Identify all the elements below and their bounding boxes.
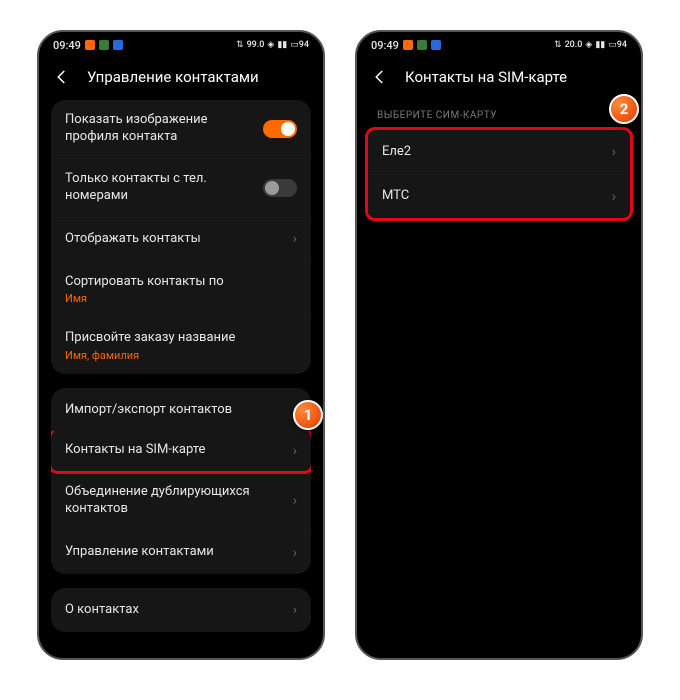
- page-title: Управление контактами: [87, 68, 259, 86]
- row-about-contacts[interactable]: О контактах ›: [51, 588, 311, 632]
- chevron-right-icon: ›: [287, 493, 297, 509]
- row-name-order[interactable]: Присвойте заказу название Имя, фамилия: [51, 317, 311, 374]
- status-battery: ▭94: [290, 40, 309, 50]
- status-wifi-icon: ◈: [267, 40, 274, 50]
- row-sim-contacts[interactable]: Контакты на SIM-карте ›: [51, 429, 311, 474]
- status-app-icon: [99, 40, 109, 50]
- status-signal-icon: ▮▮: [595, 40, 605, 50]
- callout-badge-2: 2: [609, 94, 639, 124]
- chevron-right-icon: ›: [287, 443, 297, 459]
- status-time: 09:49: [371, 39, 399, 52]
- row-only-phone[interactable]: Только контакты с тел. номерами: [51, 158, 311, 217]
- row-label: Присвойте заказу название: [65, 330, 297, 347]
- chevron-right-icon: ›: [287, 545, 297, 561]
- chevron-right-icon: ›: [606, 144, 616, 160]
- status-wifi-icon: ◈: [585, 40, 592, 50]
- back-icon[interactable]: [53, 68, 71, 86]
- status-battery: ▭94: [608, 40, 627, 50]
- row-label: Показать изображение профиля контакта: [65, 112, 263, 146]
- row-sublabel: Имя: [65, 292, 297, 305]
- status-time: 09:49: [53, 39, 81, 52]
- settings-group-2: Импорт/экспорт контактов › Контакты на S…: [51, 388, 311, 574]
- row-label: Объединение дублирующихся контактов: [65, 484, 287, 518]
- status-signal-icon: ▮▮: [277, 40, 287, 50]
- page-title: Контакты на SIM-карте: [405, 68, 567, 86]
- row-sim-1[interactable]: Еле2 ›: [368, 130, 630, 174]
- status-app-icon: [417, 40, 427, 50]
- row-manage-contacts[interactable]: Управление контактами ›: [51, 530, 311, 574]
- row-label: Только контакты с тел. номерами: [65, 171, 263, 205]
- row-import-export[interactable]: Импорт/экспорт контактов ›: [51, 388, 311, 432]
- status-bt-icon: [431, 40, 441, 50]
- row-label: О контактах: [65, 602, 287, 619]
- row-label: Импорт/экспорт контактов: [65, 402, 287, 419]
- row-label: Сортировать контакты по: [65, 274, 297, 291]
- row-label: Контакты на SIM-карте: [65, 442, 287, 459]
- status-bt-icon: [113, 40, 123, 50]
- callout-badge-1: 1: [293, 400, 323, 430]
- sim-card-list: Еле2 › МТС ›: [365, 127, 633, 221]
- header: Контакты на SIM-карте: [357, 58, 641, 100]
- status-net-speed: 99.0: [247, 40, 265, 50]
- row-sublabel: Имя, фамилия: [65, 349, 297, 362]
- row-label: Отображать контакты: [65, 231, 287, 248]
- row-show-picture[interactable]: Показать изображение профиля контакта: [51, 100, 311, 158]
- sim-name: Еле2: [382, 144, 606, 161]
- status-app-icon: [85, 40, 95, 50]
- toggle-show-picture[interactable]: [263, 120, 297, 138]
- section-label: ВЫБЕРИТЕ СИМ-КАРТУ: [357, 100, 641, 127]
- status-app-icon: [403, 40, 413, 50]
- row-merge-duplicates[interactable]: Объединение дублирующихся контактов ›: [51, 471, 311, 530]
- row-sort-contacts[interactable]: Сортировать контакты по Имя: [51, 261, 311, 318]
- chevron-right-icon: ›: [287, 602, 297, 618]
- status-speed-icon: ⇅: [554, 40, 562, 50]
- status-net-speed: 20.0: [565, 40, 583, 50]
- status-bar: 09:49 ⇅ 99.0 ◈ ▮▮ ▭94: [39, 32, 323, 58]
- header: Управление контактами: [39, 58, 323, 100]
- status-bar: 09:49 ⇅ 20.0 ◈ ▮▮ ▭94: [357, 32, 641, 58]
- row-display-contacts[interactable]: Отображать контакты ›: [51, 217, 311, 261]
- row-label: Управление контактами: [65, 544, 287, 561]
- row-sim-2[interactable]: МТС ›: [368, 174, 630, 218]
- phone-left: 09:49 ⇅ 99.0 ◈ ▮▮ ▭94 Управление контакт…: [37, 30, 325, 660]
- chevron-right-icon: ›: [287, 231, 297, 247]
- sim-name: МТС: [382, 188, 606, 205]
- back-icon[interactable]: [371, 68, 389, 86]
- settings-group-1: Показать изображение профиля контакта То…: [51, 100, 311, 374]
- toggle-only-phone[interactable]: [263, 179, 297, 197]
- status-speed-icon: ⇅: [236, 40, 244, 50]
- phone-right: 09:49 ⇅ 20.0 ◈ ▮▮ ▭94 Контакты на SIM-ка…: [355, 30, 643, 660]
- chevron-right-icon: ›: [606, 189, 616, 205]
- settings-group-3: О контактах ›: [51, 588, 311, 632]
